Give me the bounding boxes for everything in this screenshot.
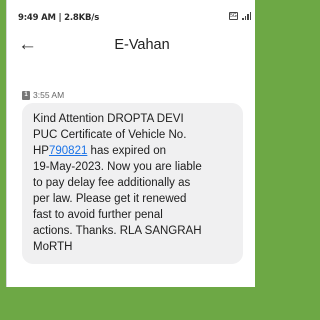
sim-icon: 5G	[229, 12, 238, 20]
message-line: actions. Thanks. RLA SANGRAH	[33, 225, 202, 237]
status-time: 9:49 AM | 2.8KB/s	[18, 13, 100, 23]
status-icons: 5G	[229, 12, 251, 20]
background-footer	[0, 287, 255, 320]
vehicle-prefix: HP	[33, 145, 49, 157]
message-meta: 1 3:55 AM	[22, 90, 64, 100]
status-bar: 9:49 AM | 2.8KB/s 5G	[7, 0, 255, 30]
message-line: to pay delay fee additionally as	[33, 177, 191, 189]
message-line-vehicle: HP790821 has expired on	[33, 143, 233, 159]
message-line: Kind Attention DROPTA DEVI	[33, 113, 184, 125]
phone-screen: 9:49 AM | 2.8KB/s 5G ← E-Vahan 1 3:55 AM…	[6, 0, 255, 287]
message-line: fast to avoid further penal	[33, 209, 163, 221]
message-line: MoRTH	[33, 241, 73, 253]
message-bubble[interactable]: Kind Attention DROPTA DEVI PUC Certifica…	[22, 103, 243, 264]
expired-text: has expired on	[87, 145, 166, 157]
message-timestamp: 3:55 AM	[33, 90, 65, 100]
app-bar: ← E-Vahan	[7, 30, 255, 64]
message-line: per law. Please get it renewed	[33, 193, 187, 205]
vehicle-number-link[interactable]: 790821	[49, 145, 87, 157]
conversation-title: E-Vahan	[114, 37, 170, 53]
signal-icon	[242, 12, 251, 20]
message-line: PUC Certificate of Vehicle No.	[33, 129, 187, 141]
message-line: 19-May-2023. Now you are liable	[33, 161, 202, 173]
sim-slot-badge: 1	[22, 90, 30, 100]
